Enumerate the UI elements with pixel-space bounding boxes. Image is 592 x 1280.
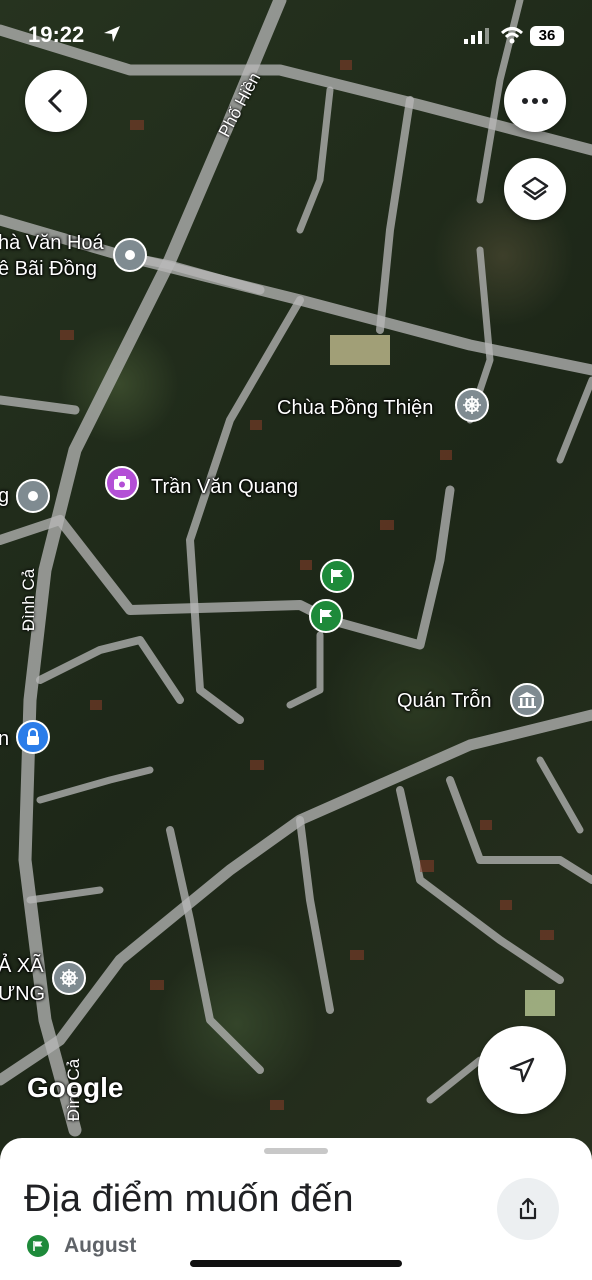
share-icon xyxy=(519,1197,537,1220)
road-label-dinh-ca: Đình Cả xyxy=(19,568,39,632)
status-time: 19:22 xyxy=(28,22,85,47)
more-horizontal-icon xyxy=(522,98,548,104)
place-label-tran-van-quang[interactable]: Trần Văn Quang xyxy=(151,476,298,499)
back-button[interactable] xyxy=(25,70,87,132)
flag-icon xyxy=(331,569,343,583)
battery-indicator: 36 xyxy=(530,26,564,46)
generic-place-icon xyxy=(28,491,38,501)
saved-place-flag-2[interactable] xyxy=(309,599,343,633)
more-options-button[interactable] xyxy=(504,70,566,132)
wifi-icon xyxy=(500,27,524,44)
place-label-partial-g[interactable]: g xyxy=(0,485,9,508)
list-title: Địa điểm muốn đến xyxy=(24,1178,354,1220)
list-flag-icon xyxy=(27,1235,49,1257)
sheet-drag-handle[interactable] xyxy=(264,1148,328,1154)
place-pin-temple-partial[interactable] xyxy=(52,961,86,995)
place-pin-tran-van-quang[interactable] xyxy=(105,466,139,500)
map-layers-button[interactable] xyxy=(504,158,566,220)
place-pin-chua-dong-thien[interactable] xyxy=(455,388,489,422)
home-indicator[interactable] xyxy=(190,1260,402,1267)
dharma-wheel-icon xyxy=(60,969,78,987)
generic-place-icon xyxy=(125,250,135,260)
place-label-chua-dong-thien[interactable]: Chùa Đồng Thiện xyxy=(277,397,433,420)
bottom-sheet[interactable]: Địa điểm muốn đến August xyxy=(0,1138,592,1280)
place-label-partial-n[interactable]: n xyxy=(0,728,9,751)
flag-icon xyxy=(33,1241,43,1251)
my-location-button[interactable] xyxy=(478,1026,566,1114)
place-pin-culture-house[interactable] xyxy=(113,238,147,272)
place-label-culture-house-line2[interactable]: ê Bãi Đồng xyxy=(0,258,97,281)
list-owner-name: August xyxy=(64,1234,137,1257)
cellular-signal-icon xyxy=(464,28,489,44)
saved-place-flag-1[interactable] xyxy=(320,559,354,593)
place-pin-blue-lock[interactable] xyxy=(16,720,50,754)
place-pin-quan-tron[interactable] xyxy=(510,683,544,717)
place-label-temple-partial[interactable]: Ả XÃ xyxy=(0,955,44,978)
place-label-quan-tron[interactable]: Quán Trỗn xyxy=(397,690,492,713)
navigation-arrow-icon xyxy=(509,1057,535,1083)
photo-camera-icon xyxy=(114,476,130,490)
layers-icon xyxy=(521,176,549,201)
status-bar: 19:22 36 xyxy=(0,0,592,72)
chevron-left-icon xyxy=(47,89,62,113)
place-label-temple-partial-line2[interactable]: ƯNG xyxy=(0,983,45,1006)
share-button[interactable] xyxy=(497,1178,559,1240)
place-label-culture-house[interactable]: hà Văn Hoá xyxy=(0,232,104,255)
lock-icon xyxy=(27,728,39,745)
place-pin-partial-left[interactable] xyxy=(16,479,50,513)
location-arrow-icon xyxy=(104,26,120,42)
google-attribution: Google xyxy=(27,1072,124,1103)
museum-icon xyxy=(518,692,536,708)
dharma-wheel-icon xyxy=(463,396,481,414)
flag-icon xyxy=(320,609,332,623)
